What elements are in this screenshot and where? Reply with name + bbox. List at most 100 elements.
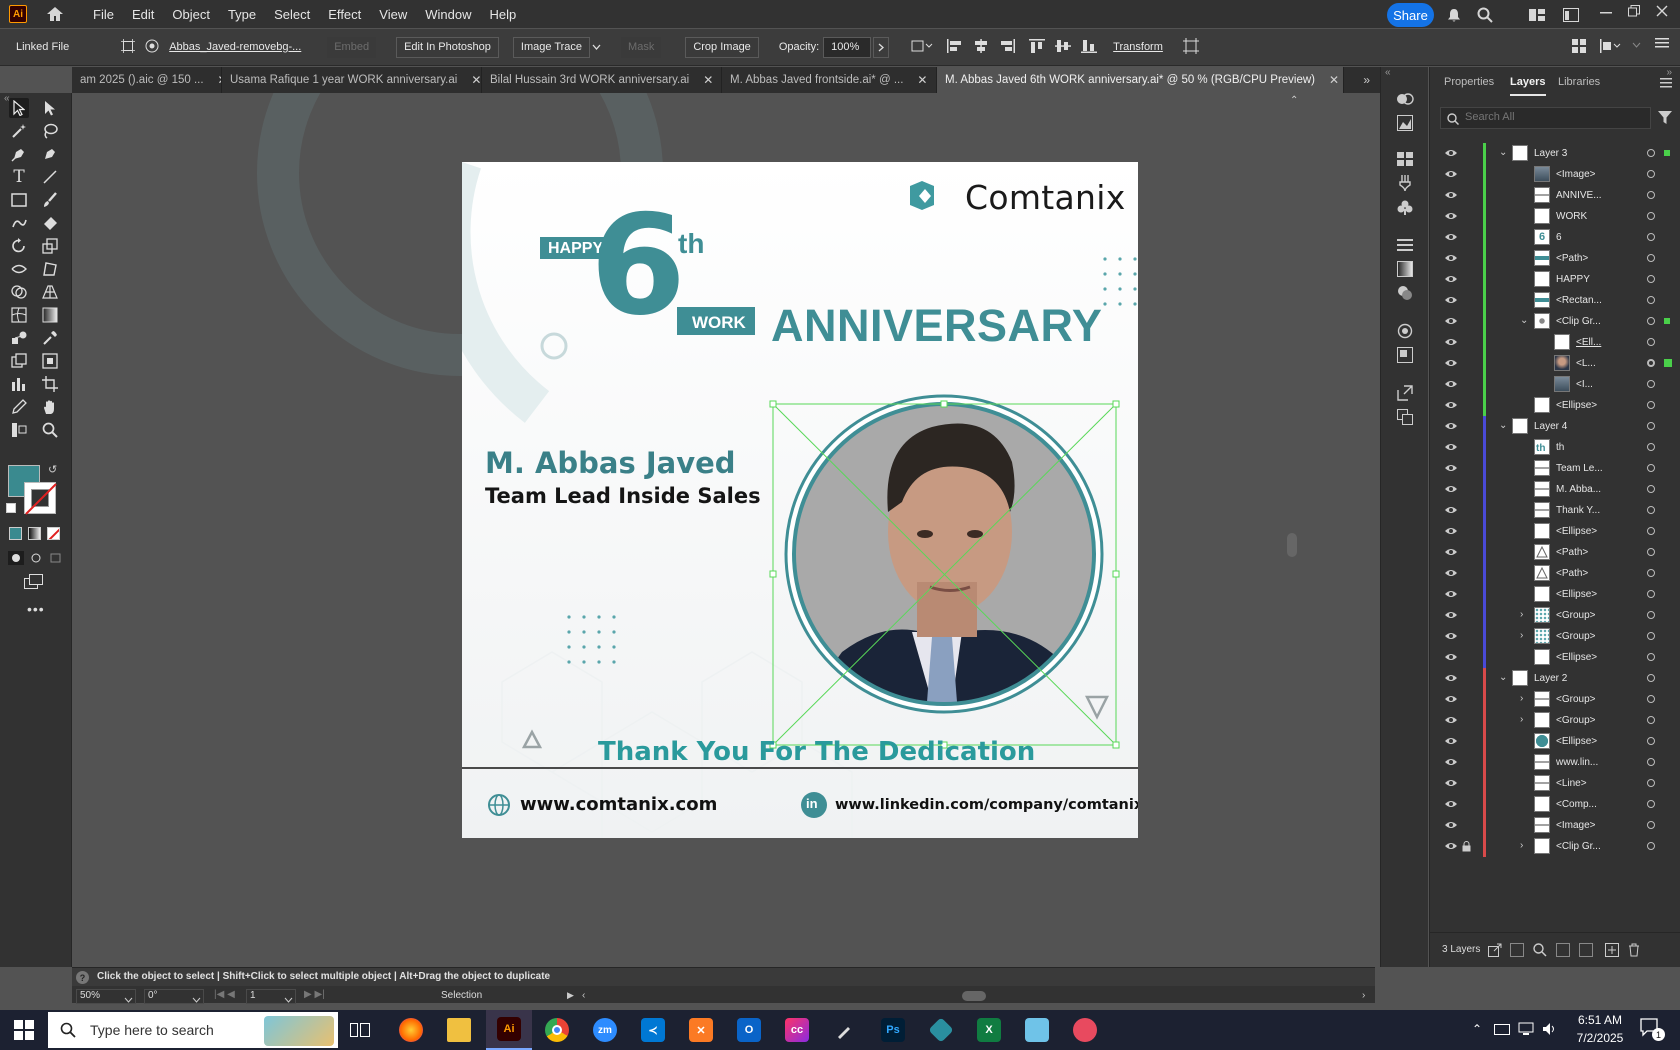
align-right-icon[interactable] <box>999 38 1016 56</box>
layer-name[interactable]: <Path> <box>1556 253 1588 264</box>
menu-select[interactable]: Select <box>265 7 319 22</box>
lasso-tool-icon[interactable] <box>40 121 60 141</box>
sublayer-row[interactable]: ANNIVE... <box>1430 185 1680 206</box>
tab-document-active[interactable]: M. Abbas Javed 6th WORK anniversary.ai* … <box>937 67 1344 93</box>
visibility-eye-icon[interactable] <box>1444 799 1458 809</box>
sublayer-row[interactable]: <Ellipse> <box>1430 647 1680 668</box>
align-bottom-icon[interactable] <box>1081 39 1098 56</box>
visibility-eye-icon[interactable] <box>1444 652 1458 662</box>
share-button[interactable]: Share <box>1387 3 1434 27</box>
collapse-panel-icon[interactable]: « <box>1385 67 1391 78</box>
sublayer-row[interactable]: Team Le... <box>1430 458 1680 479</box>
sublayer-row[interactable]: <Ellipse> <box>1430 395 1680 416</box>
isolate-icon[interactable] <box>1182 37 1199 57</box>
app-diamond-icon[interactable] <box>918 1010 964 1050</box>
draw-inside-icon[interactable] <box>48 551 64 565</box>
edit-in-photoshop-button[interactable]: Edit In Photoshop <box>396 36 499 58</box>
linked-filename-link[interactable]: Abbas_Javed-removebg-... <box>169 41 309 53</box>
visibility-eye-icon[interactable] <box>1444 547 1458 557</box>
xampp-icon[interactable]: ✕ <box>678 1010 724 1050</box>
mask-button[interactable]: Mask <box>621 36 662 58</box>
layer-name[interactable]: Team Le... <box>1556 463 1603 474</box>
layer-name[interactable]: <L... <box>1576 358 1596 369</box>
creative-cloud-icon[interactable]: cc <box>774 1010 820 1050</box>
menu-view[interactable]: View <box>370 7 416 22</box>
close-tab-icon[interactable]: ✕ <box>1329 73 1339 87</box>
layer-name[interactable]: <Group> <box>1556 715 1595 726</box>
target-circle-icon[interactable] <box>1647 800 1655 808</box>
sublayer-row[interactable]: › <Clip Gr... <box>1430 836 1680 857</box>
shaper-tool-icon[interactable] <box>9 213 29 233</box>
sublayer-row[interactable]: <I... <box>1430 374 1680 395</box>
chevron-right-icon[interactable]: › <box>1520 630 1523 641</box>
visibility-eye-icon[interactable] <box>1444 463 1458 473</box>
visibility-eye-icon[interactable] <box>1444 526 1458 536</box>
hand-tool-icon[interactable] <box>40 397 60 417</box>
menu-help[interactable]: Help <box>480 7 525 22</box>
search-icon[interactable] <box>1533 943 1547 960</box>
stroke-panel-icon[interactable] <box>1395 235 1415 255</box>
rectangle-tool-icon[interactable] <box>9 190 29 210</box>
sublayer-row[interactable]: HAPPY <box>1430 269 1680 290</box>
layer-name[interactable]: <I... <box>1576 379 1593 390</box>
crop-image-button[interactable]: Crop Image <box>685 36 759 58</box>
sublayer-row[interactable]: › <Group> <box>1430 605 1680 626</box>
tab-properties[interactable]: Properties <box>1444 76 1494 88</box>
layer-name[interactable]: Thank Y... <box>1556 505 1600 516</box>
layer-name[interactable]: <Ellipse> <box>1556 652 1597 663</box>
free-transform-tool-icon[interactable] <box>40 259 60 279</box>
layer-name[interactable]: <Line> <box>1556 778 1587 789</box>
firefox-icon[interactable] <box>388 1010 434 1050</box>
close-tab-icon[interactable]: ✕ <box>917 73 927 87</box>
transform-link[interactable]: Transform <box>1113 41 1163 53</box>
sublayer-row[interactable]: <L... <box>1430 353 1680 374</box>
gradient-tool-icon[interactable] <box>40 305 60 325</box>
sublayer-row[interactable]: <Ellipse> <box>1430 521 1680 542</box>
layer-name[interactable]: <Comp... <box>1556 799 1597 810</box>
target-circle-icon[interactable] <box>1647 359 1655 367</box>
visibility-eye-icon[interactable] <box>1444 358 1458 368</box>
type-tool-icon[interactable]: T <box>9 167 29 187</box>
layer-name[interactable]: <Clip Gr... <box>1556 841 1601 852</box>
chevron-down-icon[interactable]: ⌄ <box>1499 420 1507 431</box>
visibility-eye-icon[interactable] <box>1444 190 1458 200</box>
zoom-tool-icon[interactable] <box>40 420 60 440</box>
chevron-right-icon[interactable] <box>873 36 890 58</box>
target-circle-icon[interactable] <box>1647 254 1655 262</box>
layer-name[interactable]: <Ellipse> <box>1556 526 1597 537</box>
target-circle-icon[interactable] <box>1647 590 1655 598</box>
photoshop-icon[interactable]: Ps <box>870 1010 916 1050</box>
tab-document-3[interactable]: Bilal Hussain 3rd WORK anniversary.ai ✕ <box>482 67 722 93</box>
visibility-eye-icon[interactable] <box>1444 274 1458 284</box>
visibility-eye-icon[interactable] <box>1444 568 1458 578</box>
draw-behind-icon[interactable] <box>28 551 44 565</box>
graphic-styles-icon[interactable] <box>1395 345 1415 365</box>
vertical-scrollbar-thumb[interactable] <box>1287 533 1297 557</box>
locate-object-icon[interactable] <box>1510 943 1524 960</box>
windows-start-icon[interactable] <box>14 1020 34 1043</box>
symbols-icon[interactable] <box>1395 197 1415 217</box>
next-artboard-icon[interactable]: ▶ ▶| <box>304 989 325 1000</box>
sublayer-row[interactable]: › <Group> <box>1430 710 1680 731</box>
excel-icon[interactable]: X <box>966 1010 1012 1050</box>
notepad-icon[interactable] <box>1014 1010 1060 1050</box>
bell-icon[interactable] <box>1445 6 1463 24</box>
target-circle-icon[interactable] <box>1647 527 1655 535</box>
layer-name[interactable]: <Image> <box>1556 169 1595 180</box>
file-explorer-icon[interactable] <box>436 1010 482 1050</box>
gradient-mode-icon[interactable] <box>28 527 41 540</box>
wifi-icon[interactable] <box>1494 1022 1510 1039</box>
sublayer-row[interactable]: <Ell... <box>1430 332 1680 353</box>
visibility-eye-icon[interactable] <box>1444 778 1458 788</box>
tab-document-4[interactable]: M. Abbas Javed frontside.ai* @ ... ✕ <box>722 67 937 93</box>
selection-indicator[interactable] <box>1664 150 1670 156</box>
sublayer-row[interactable]: › <Group> <box>1430 689 1680 710</box>
close-tab-icon[interactable]: ✕ <box>703 73 713 87</box>
target-circle-icon[interactable] <box>1647 758 1655 766</box>
export-icon[interactable] <box>1395 383 1415 403</box>
target-circle-icon[interactable] <box>1647 275 1655 283</box>
layer-name[interactable]: <Image> <box>1556 820 1595 831</box>
more-tools-icon[interactable]: ••• <box>27 601 45 617</box>
menu-file[interactable]: File <box>84 7 123 22</box>
make-clipping-mask-icon[interactable] <box>1556 943 1570 960</box>
